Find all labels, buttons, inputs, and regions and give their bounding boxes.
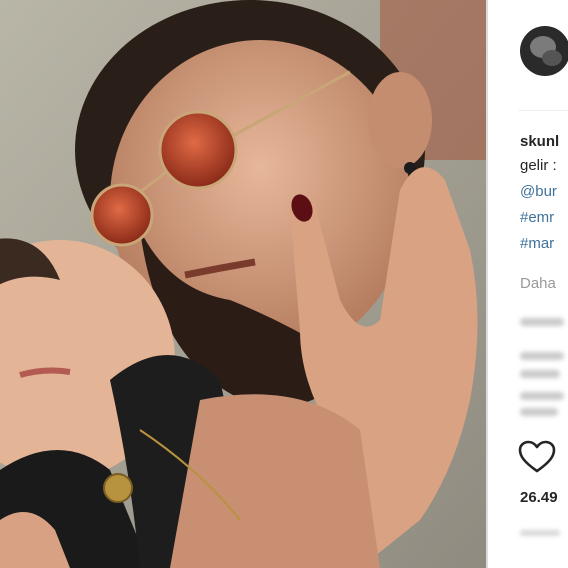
photo-couple-image (0, 0, 486, 568)
comment-blurred (520, 352, 564, 360)
comment-blurred (520, 408, 558, 416)
header-divider (518, 110, 568, 111)
hashtag-link[interactable]: #mar (520, 234, 554, 254)
hashtag-link[interactable]: #emr (520, 208, 554, 228)
caption-text: gelir : (520, 157, 557, 174)
comment-blurred (520, 370, 560, 378)
post-photo[interactable] (0, 0, 486, 568)
heart-outline-icon[interactable] (518, 440, 556, 474)
instagram-post: skunl gelir : @bur #emr #mar Daha 26.49 (0, 0, 568, 568)
avatar[interactable] (520, 26, 568, 76)
timestamp-blurred (520, 530, 560, 536)
username-link[interactable]: skunl (520, 132, 559, 152)
comment-blurred (520, 318, 564, 326)
comment-blurred (520, 392, 564, 400)
post-side-panel: skunl gelir : @bur #emr #mar Daha 26.49 (488, 0, 568, 568)
mention-link[interactable]: @bur (520, 182, 557, 202)
likes-count[interactable]: 26.49 (520, 488, 558, 508)
more-comments-link[interactable]: Daha (520, 274, 556, 294)
avatar-shape (542, 50, 562, 66)
